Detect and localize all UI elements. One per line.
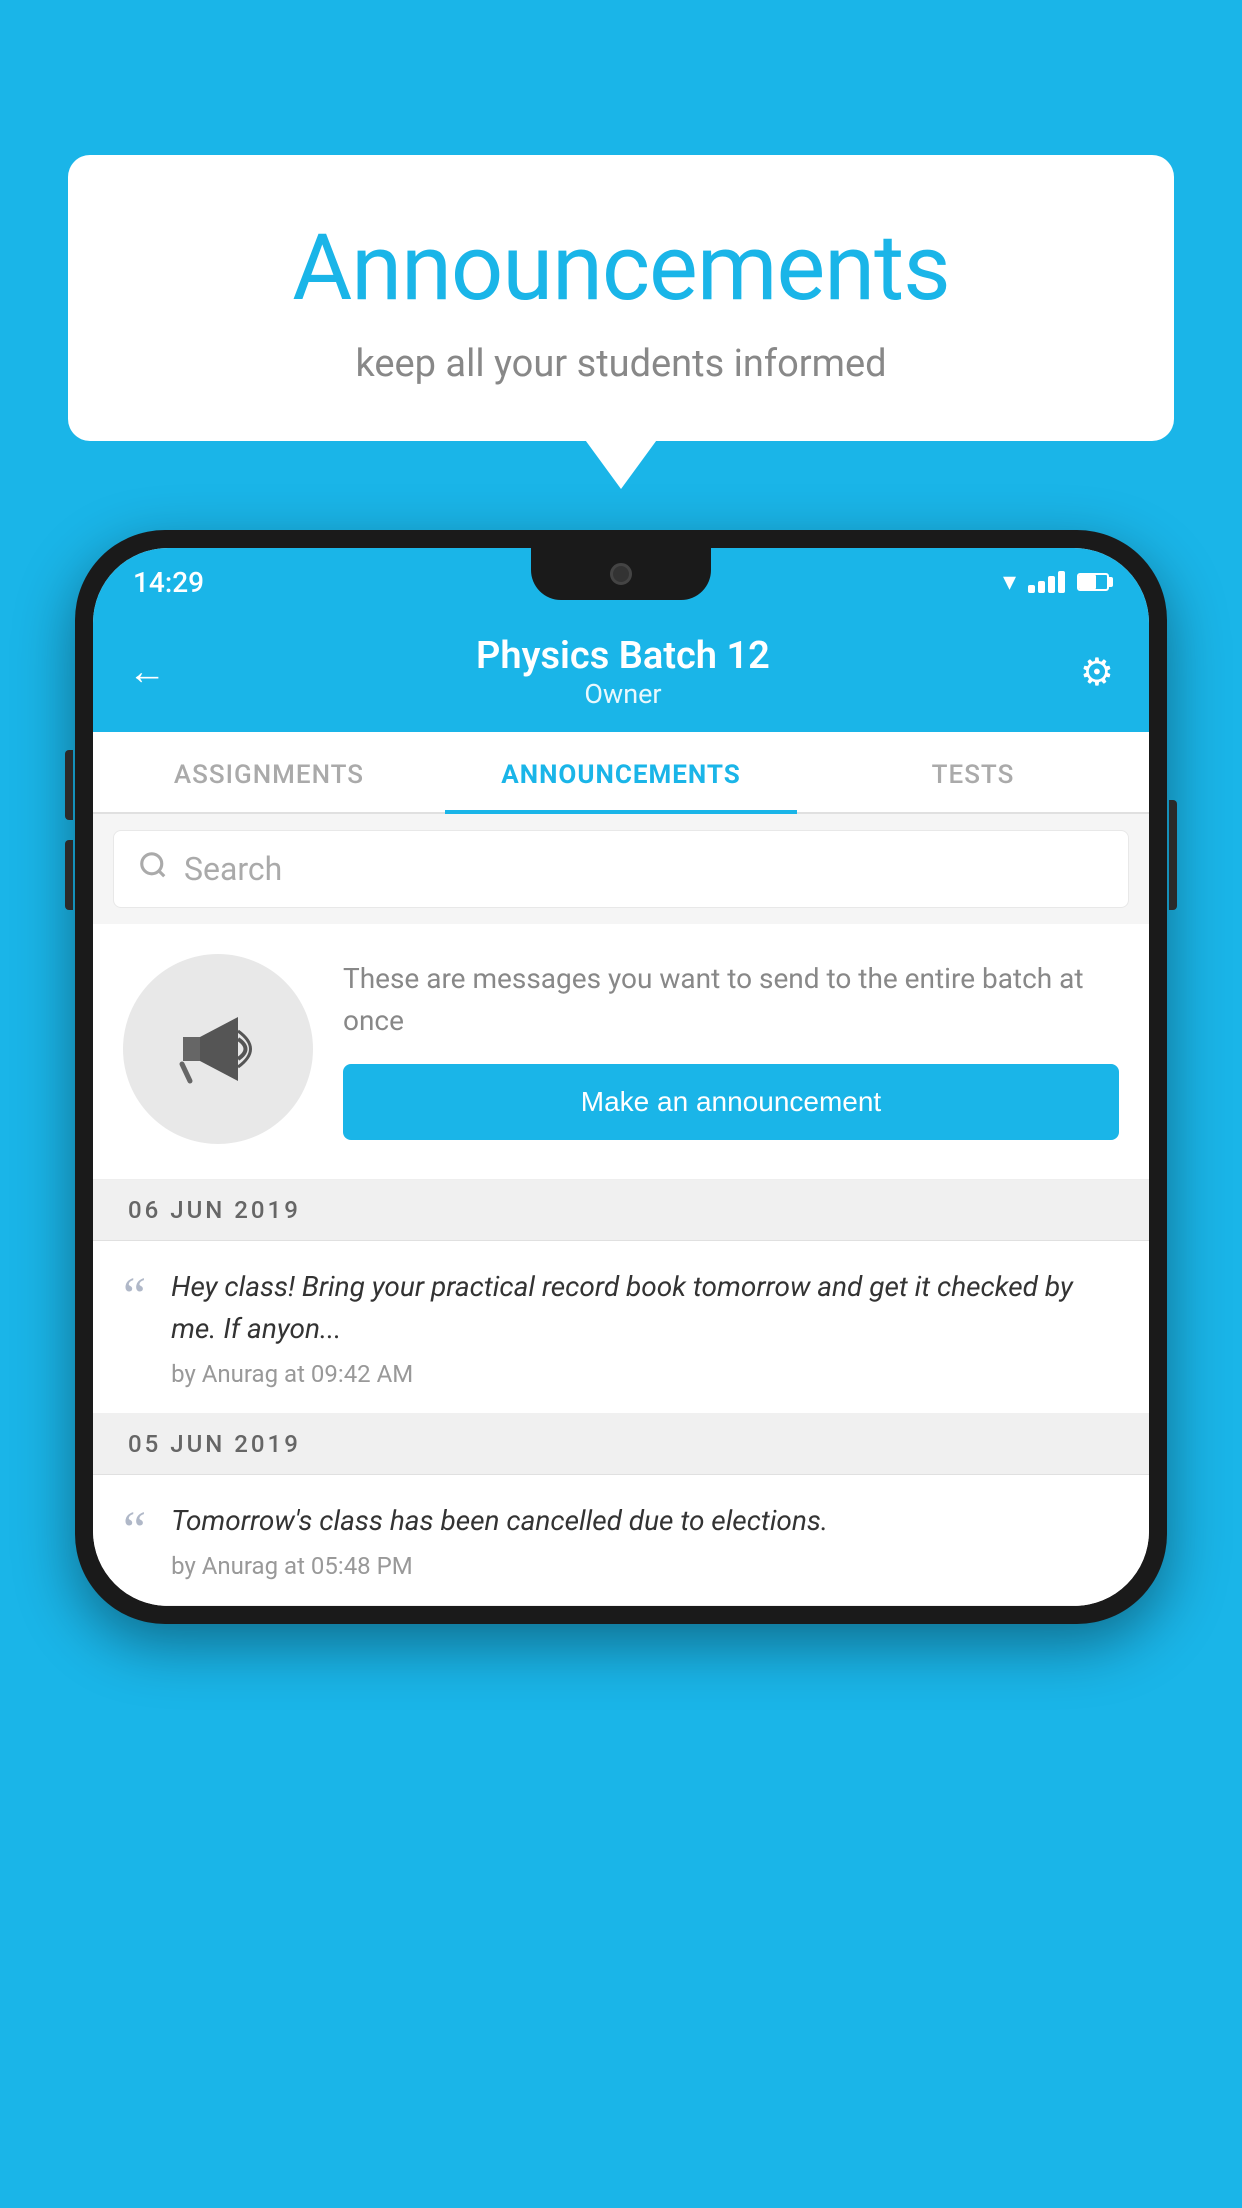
wifi-icon: ▾ xyxy=(1003,567,1016,597)
make-announcement-button[interactable]: Make an announcement xyxy=(343,1064,1119,1140)
status-time: 14:29 xyxy=(133,566,204,599)
phone-mockup: 14:29 ▾ ← Physics Batch xyxy=(75,530,1167,1624)
battery-icon xyxy=(1077,573,1109,591)
prompt-description: These are messages you want to send to t… xyxy=(343,958,1119,1042)
batch-title: Physics Batch 12 xyxy=(476,634,770,678)
page-title: Announcements xyxy=(118,215,1124,322)
camera xyxy=(610,563,632,585)
phone-outer: 14:29 ▾ ← Physics Batch xyxy=(75,530,1167,1624)
notch xyxy=(531,548,711,600)
announcement-meta-2: by Anurag at 05:48 PM xyxy=(171,1552,1119,1580)
search-bar[interactable]: Search xyxy=(113,830,1129,908)
quote-icon-1: “ xyxy=(123,1271,146,1323)
announcement-item-2[interactable]: “ Tomorrow's class has been cancelled du… xyxy=(93,1475,1149,1606)
app-header: ← Physics Batch 12 Owner ⚙ xyxy=(93,616,1149,732)
announcement-text-1: Hey class! Bring your practical record b… xyxy=(171,1266,1119,1350)
tabs-bar: ASSIGNMENTS ANNOUNCEMENTS TESTS xyxy=(93,732,1149,814)
volume-down-button xyxy=(65,840,73,910)
announcement-content-2: Tomorrow's class has been cancelled due … xyxy=(171,1500,1119,1580)
volume-up-button xyxy=(65,750,73,820)
status-bar: 14:29 ▾ xyxy=(93,548,1149,616)
page-subtitle: keep all your students informed xyxy=(118,342,1124,386)
power-button xyxy=(1169,800,1177,910)
speech-bubble: Announcements keep all your students inf… xyxy=(68,155,1174,441)
status-icons: ▾ xyxy=(1003,567,1109,597)
megaphone-icon xyxy=(168,999,268,1099)
signal-icon xyxy=(1028,571,1065,593)
search-placeholder: Search xyxy=(184,850,282,888)
announcement-meta-1: by Anurag at 09:42 AM xyxy=(171,1360,1119,1388)
megaphone-circle xyxy=(123,954,313,1144)
search-container: Search xyxy=(93,814,1149,924)
header-center: Physics Batch 12 Owner xyxy=(476,634,770,710)
back-button[interactable]: ← xyxy=(128,650,166,694)
phone-screen: 14:29 ▾ ← Physics Batch xyxy=(93,548,1149,1606)
speech-bubble-container: Announcements keep all your students inf… xyxy=(68,155,1174,441)
batch-role: Owner xyxy=(476,678,770,710)
announcement-text-2: Tomorrow's class has been cancelled due … xyxy=(171,1500,1119,1542)
settings-icon[interactable]: ⚙ xyxy=(1080,650,1114,695)
search-icon xyxy=(138,849,168,889)
announcement-prompt: These are messages you want to send to t… xyxy=(93,924,1149,1180)
quote-icon-2: “ xyxy=(123,1505,146,1557)
date-separator-2: 05 JUN 2019 xyxy=(93,1414,1149,1475)
tab-assignments[interactable]: ASSIGNMENTS xyxy=(93,732,445,812)
tab-tests[interactable]: TESTS xyxy=(797,732,1149,812)
tab-announcements[interactable]: ANNOUNCEMENTS xyxy=(445,732,797,812)
date-separator-1: 06 JUN 2019 xyxy=(93,1180,1149,1241)
announcement-item-1[interactable]: “ Hey class! Bring your practical record… xyxy=(93,1241,1149,1414)
announcement-content-1: Hey class! Bring your practical record b… xyxy=(171,1266,1119,1388)
prompt-right: These are messages you want to send to t… xyxy=(343,958,1119,1140)
